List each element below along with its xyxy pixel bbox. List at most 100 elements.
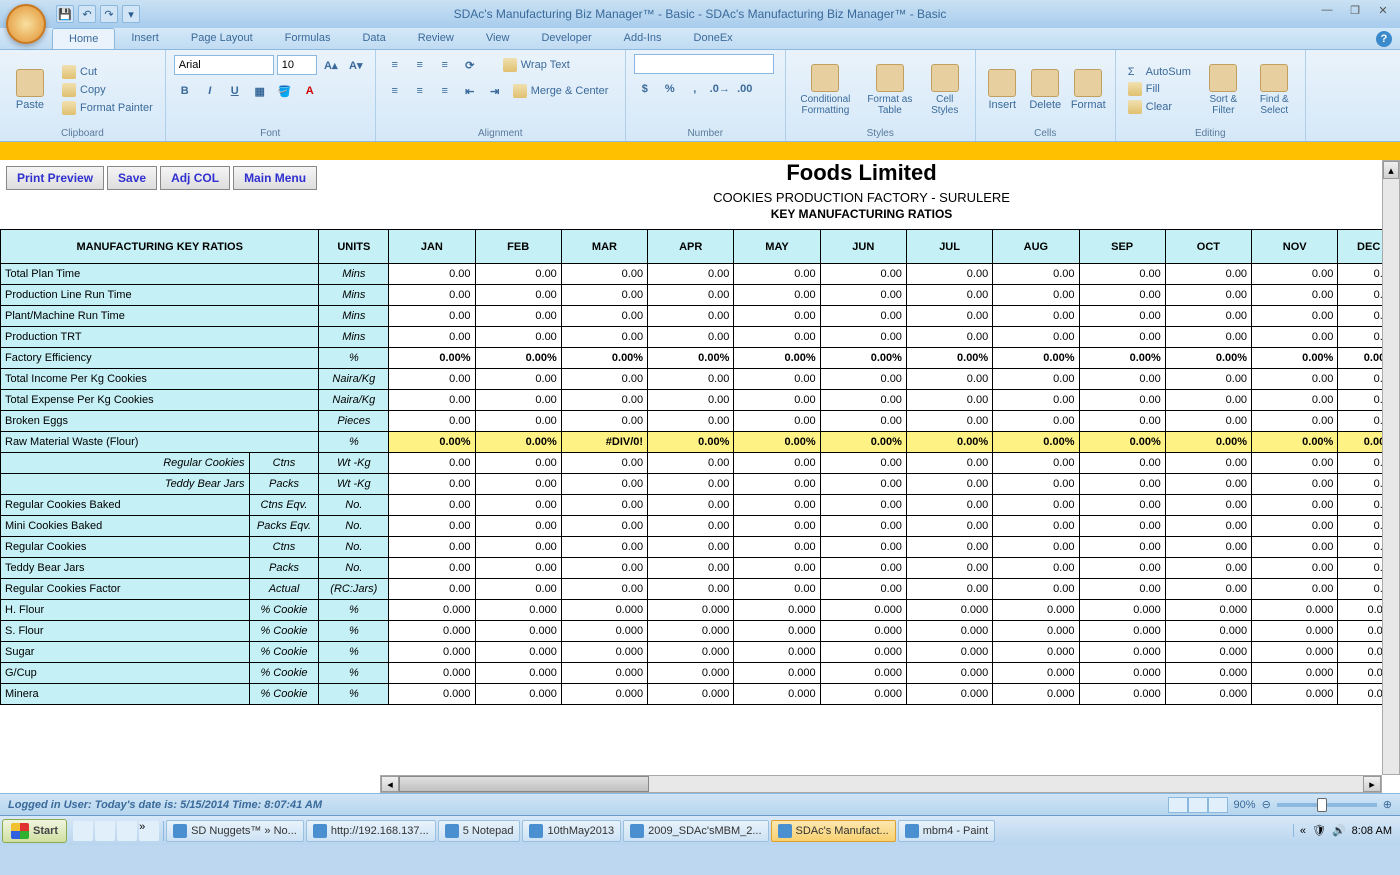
scroll-left-icon[interactable]: ◂ — [381, 776, 399, 792]
cell-value[interactable]: 0.00% — [1165, 348, 1251, 369]
cell-value[interactable]: 0.00 — [1079, 579, 1165, 600]
cell-value[interactable]: 0.00 — [993, 474, 1079, 495]
currency-button[interactable]: $ — [634, 78, 656, 100]
cell-value[interactable]: 0.000 — [389, 663, 475, 684]
percent-button[interactable]: % — [659, 78, 681, 100]
cell-value[interactable]: 0.00 — [993, 579, 1079, 600]
cell-value[interactable]: 0.000 — [1252, 642, 1338, 663]
cell-value[interactable]: 0.000 — [1165, 600, 1251, 621]
cell-value[interactable]: 0.00 — [389, 516, 475, 537]
cell-value[interactable]: 0.000 — [993, 642, 1079, 663]
cell-value[interactable]: 0.00 — [906, 495, 992, 516]
cell-value[interactable]: 0.000 — [1165, 684, 1251, 705]
horizontal-scrollbar[interactable]: ◂ ▸ — [380, 775, 1382, 793]
cell-value[interactable]: 0.00 — [648, 411, 734, 432]
cell-value[interactable]: 0.000 — [1079, 600, 1165, 621]
save-icon[interactable]: 💾 — [56, 5, 74, 23]
ql-icon-1[interactable] — [73, 821, 93, 841]
cell-value[interactable]: 0.00 — [1165, 327, 1251, 348]
cell-value[interactable]: 0.00 — [1165, 369, 1251, 390]
taskbar-item[interactable]: mbm4 - Paint — [898, 820, 995, 842]
cell-value[interactable]: 0.000 — [734, 600, 820, 621]
scroll-right-icon[interactable]: ▸ — [1363, 776, 1381, 792]
cell-value[interactable]: 0.00 — [1165, 516, 1251, 537]
cell-value[interactable]: 0.00% — [1165, 432, 1251, 453]
cell-value[interactable]: 0.00 — [734, 453, 820, 474]
cell-value[interactable]: 0.00 — [475, 411, 561, 432]
align-right-button[interactable]: ≡ — [434, 80, 456, 102]
cell-value[interactable]: 0.000 — [906, 600, 992, 621]
cell-value[interactable]: 0.00 — [648, 516, 734, 537]
cell-value[interactable]: 0.00 — [906, 516, 992, 537]
cell-value[interactable]: 0.00% — [734, 348, 820, 369]
tray-expand-icon[interactable]: « — [1300, 825, 1306, 837]
table-row[interactable]: Regular Cookies BakedCtns Eqv.No.0.000.0… — [1, 495, 1400, 516]
cell-value[interactable]: 0.00 — [820, 264, 906, 285]
taskbar-item[interactable]: SD Nuggets™ » No... — [166, 820, 304, 842]
table-row[interactable]: Teddy Bear JarsPacksNo.0.000.000.000.000… — [1, 558, 1400, 579]
cell-value[interactable]: 0.00% — [389, 432, 475, 453]
cell-value[interactable]: 0.000 — [734, 621, 820, 642]
cell-value[interactable]: 0.00% — [906, 348, 992, 369]
cell-value[interactable]: 0.000 — [389, 684, 475, 705]
cell-value[interactable]: 0.00 — [906, 285, 992, 306]
align-bottom-button[interactable]: ≡ — [434, 54, 456, 76]
cell-value[interactable]: 0.000 — [475, 600, 561, 621]
print-preview-button[interactable]: Print Preview — [6, 166, 104, 190]
cell-value[interactable]: 0.00 — [734, 558, 820, 579]
cell-value[interactable]: 0.000 — [1252, 600, 1338, 621]
cell-value[interactable]: 0.000 — [561, 642, 647, 663]
cell-value[interactable]: 0.000 — [1079, 621, 1165, 642]
cell-value[interactable]: 0.000 — [475, 684, 561, 705]
cell-value[interactable]: 0.00 — [1252, 369, 1338, 390]
taskbar-item[interactable]: 10thMay2013 — [522, 820, 621, 842]
number-format-select[interactable] — [634, 54, 774, 74]
cell-value[interactable]: #DIV/0! — [561, 432, 647, 453]
cell-value[interactable]: 0.00 — [561, 390, 647, 411]
cell-value[interactable]: 0.00 — [1165, 453, 1251, 474]
ql-icon-3[interactable] — [117, 821, 137, 841]
insert-cells-button[interactable]: Insert — [984, 54, 1021, 126]
clear-button[interactable]: Clear — [1124, 99, 1195, 115]
cell-value[interactable]: 0.00 — [1252, 264, 1338, 285]
cut-button[interactable]: Cut — [58, 64, 157, 80]
restore-button[interactable]: ❐ — [1342, 2, 1368, 18]
grow-font-button[interactable]: A▴ — [320, 54, 342, 76]
cell-value[interactable]: 0.00 — [1079, 453, 1165, 474]
cell-value[interactable]: 0.00 — [389, 537, 475, 558]
cell-value[interactable]: 0.00 — [648, 453, 734, 474]
cell-value[interactable]: 0.00 — [820, 579, 906, 600]
cell-value[interactable]: 0.000 — [648, 621, 734, 642]
cell-value[interactable]: 0.00 — [820, 285, 906, 306]
tab-insert[interactable]: Insert — [115, 28, 175, 49]
cell-value[interactable]: 0.00 — [820, 558, 906, 579]
main-menu-button[interactable]: Main Menu — [233, 166, 317, 190]
cell-value[interactable]: 0.00 — [734, 411, 820, 432]
table-row[interactable]: Regular CookiesCtnsNo.0.000.000.000.000.… — [1, 537, 1400, 558]
cell-value[interactable]: 0.00 — [906, 411, 992, 432]
cell-value[interactable]: 0.000 — [389, 600, 475, 621]
cell-value[interactable]: 0.00 — [561, 327, 647, 348]
cell-value[interactable]: 0.00 — [1165, 474, 1251, 495]
align-left-button[interactable]: ≡ — [384, 80, 406, 102]
shrink-font-button[interactable]: A▾ — [345, 54, 367, 76]
cell-value[interactable]: 0.00 — [734, 327, 820, 348]
cell-value[interactable]: 0.00 — [1165, 579, 1251, 600]
cell-value[interactable]: 0.000 — [1165, 663, 1251, 684]
cell-value[interactable]: 0.00 — [993, 369, 1079, 390]
cell-value[interactable]: 0.00 — [1252, 327, 1338, 348]
find-select-button[interactable]: Find & Select — [1252, 54, 1297, 126]
help-icon[interactable]: ? — [1376, 31, 1392, 47]
cell-value[interactable]: 0.00 — [906, 537, 992, 558]
cell-value[interactable]: 0.00 — [1079, 558, 1165, 579]
cell-value[interactable]: 0.00 — [389, 285, 475, 306]
cell-value[interactable]: 0.000 — [993, 600, 1079, 621]
table-row[interactable]: H. Flour% Cookie%0.0000.0000.0000.0000.0… — [1, 600, 1400, 621]
cell-value[interactable]: 0.00 — [648, 327, 734, 348]
cell-value[interactable]: 0.00 — [993, 306, 1079, 327]
cell-value[interactable]: 0.000 — [734, 642, 820, 663]
cell-value[interactable]: 0.00% — [734, 432, 820, 453]
cell-value[interactable]: 0.00 — [993, 264, 1079, 285]
cell-value[interactable]: 0.00 — [389, 453, 475, 474]
align-center-button[interactable]: ≡ — [409, 80, 431, 102]
